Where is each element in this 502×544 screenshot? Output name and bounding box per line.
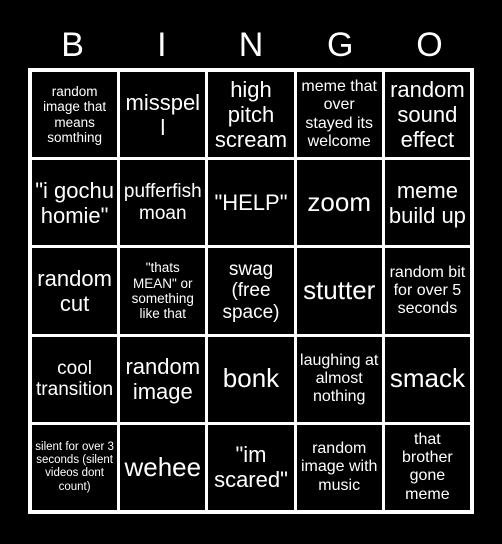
bingo-cell[interactable]: "im scared" [208, 424, 294, 510]
bingo-cell[interactable]: random sound effect [384, 72, 470, 158]
bingo-header-row: B I N G O [28, 22, 474, 68]
bingo-cell[interactable]: stutter [296, 248, 382, 334]
bingo-cell[interactable]: meme that over stayed its welcome [296, 72, 382, 158]
bingo-cell-label: "HELP" [214, 190, 288, 216]
bingo-cell-label: silent for over 3 seconds (silent videos… [35, 441, 114, 493]
bingo-cell-label: cool transition [36, 357, 114, 401]
bingo-cell[interactable]: that brother gone meme [384, 424, 470, 510]
bingo-cell[interactable]: meme build up [384, 160, 470, 246]
bingo-cell[interactable]: random bit for over 5 seconds [384, 248, 470, 334]
bingo-cell-free-space[interactable]: swag (free space) [208, 248, 294, 334]
bingo-cell-label: laughing at almost nothing [300, 351, 379, 406]
bingo-cell[interactable]: "thats MEAN" or something like that [120, 248, 206, 334]
bingo-cell-label: zoom [307, 186, 371, 217]
bingo-cell-label: random image [125, 354, 201, 405]
bingo-cell[interactable]: laughing at almost nothing [296, 336, 382, 422]
bingo-cell[interactable]: "i gochu homie" [32, 160, 118, 246]
bingo-cell[interactable]: random image [120, 336, 206, 422]
bingo-cell-label: random image that means somthing [43, 83, 107, 145]
bingo-cell-label: "thats MEAN" or something like that [131, 260, 194, 322]
bingo-cell[interactable]: silent for over 3 seconds (silent videos… [32, 424, 118, 510]
bingo-cell[interactable]: bonk [208, 336, 294, 422]
bingo-header-letter-i: I [157, 26, 167, 64]
bingo-header-letter-g: G [326, 26, 354, 64]
bingo-cell-label: meme that over stayed its welcome [301, 78, 377, 150]
bingo-cell-label: random bit for over 5 seconds [389, 263, 466, 318]
bingo-cell-label: random cut [37, 265, 112, 316]
bingo-cell-label: random sound effect [390, 76, 465, 153]
bingo-cell[interactable]: pufferfish moan [120, 160, 206, 246]
bingo-cell-label: "i gochu homie" [35, 177, 114, 228]
bingo-cell[interactable]: random cut [32, 248, 118, 334]
bingo-cell-label: swag (free space) [222, 258, 280, 323]
bingo-cell[interactable]: misspell [120, 72, 206, 158]
bingo-cell-label: misspell [125, 89, 201, 140]
bingo-cell-label: high pitch scream [214, 76, 288, 153]
bingo-cell[interactable]: random image that means somthing [32, 72, 118, 158]
bingo-cell-label: wehee [124, 451, 202, 482]
bingo-cell[interactable]: random image with music [296, 424, 382, 510]
bingo-cell-label: meme build up [388, 177, 466, 228]
bingo-cell-label: "im scared" [214, 442, 288, 493]
bingo-cell-label: stutter [303, 275, 376, 306]
bingo-cell[interactable]: smack [384, 336, 470, 422]
bingo-header-letter-o: O [416, 26, 443, 64]
bingo-cell[interactable]: high pitch scream [208, 72, 294, 158]
bingo-header-letter-n: N [238, 26, 264, 64]
bingo-header-letter-b: B [61, 26, 84, 64]
bingo-cell-label: pufferfish moan [123, 181, 202, 224]
bingo-cell-label: smack [389, 363, 465, 394]
bingo-cell[interactable]: "HELP" [208, 160, 294, 246]
bingo-cell-label: random image with music [300, 440, 378, 494]
bingo-cell[interactable]: zoom [296, 160, 382, 246]
bingo-grid: random image that means somthing misspel… [28, 68, 474, 514]
bingo-cell[interactable]: wehee [120, 424, 206, 510]
bingo-cell-label: bonk [222, 363, 280, 394]
bingo-cell[interactable]: cool transition [32, 336, 118, 422]
bingo-card: B I N G O random image that means somthi… [0, 0, 502, 544]
bingo-cell-label: that brother gone meme [402, 430, 453, 503]
